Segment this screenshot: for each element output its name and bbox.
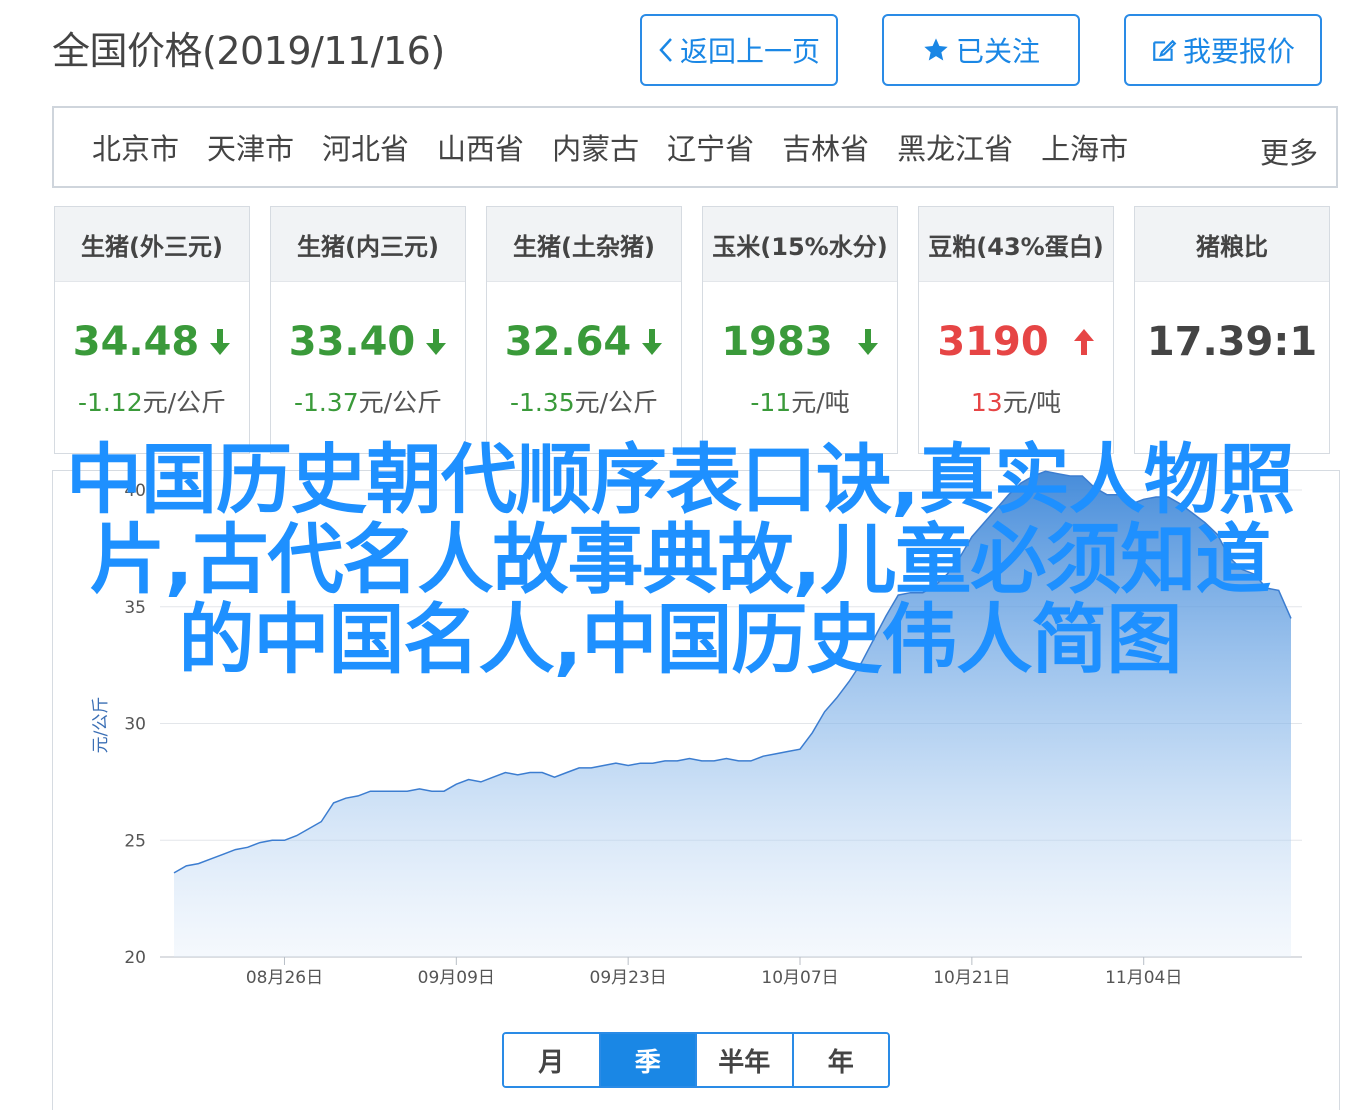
region-item[interactable]: 北京市 [92, 126, 179, 168]
period-year-button[interactable]: 年 [793, 1034, 888, 1086]
overlay-line: 片,古代名人故事典故,儿童必须知道 [89, 515, 1272, 604]
period-quarter-button[interactable]: 季 [600, 1034, 697, 1086]
region-item[interactable]: 山西省 [437, 126, 524, 168]
price-value: 17.39:1 [1146, 319, 1318, 365]
overlay-line: 的中国名人,中国历史伟人简图 [178, 595, 1183, 684]
change-value: -1.12 [77, 388, 143, 417]
card-price: 34.48 [55, 319, 249, 367]
price-card: 猪粮比 17.39:1 [1134, 206, 1330, 454]
quote-button[interactable]: 我要报价 [1124, 14, 1322, 86]
period-selector: 月 季 半年 年 [502, 1032, 890, 1088]
card-change: -1.37元/公斤 [271, 383, 465, 419]
arrow-up-icon [1073, 321, 1095, 367]
card-price: 32.64 [487, 319, 681, 367]
price-value: 3190 [937, 319, 1049, 365]
chevron-left-icon [658, 37, 674, 63]
arrow-down-icon [641, 321, 663, 367]
back-button-label: 返回上一页 [679, 35, 820, 68]
card-title: 猪粮比 [1135, 207, 1329, 282]
price-value: 32.64 [504, 319, 632, 365]
change-value: 13 [970, 388, 1003, 417]
card-price: 33.40 [271, 319, 465, 367]
change-unit: 元/公斤 [358, 388, 443, 417]
page-title: 全国价格(2019/11/16) [52, 29, 445, 73]
card-title: 豆粕(43%蛋白) [919, 207, 1113, 282]
period-halfyear-button[interactable]: 半年 [697, 1034, 794, 1086]
star-icon [922, 36, 950, 64]
change-value: -1.35 [509, 388, 575, 417]
card-price: 1983 [703, 319, 897, 367]
overlay-headline: 中国历史朝代顺序表口诀,真实人物照 片,古代名人故事典故,儿童必须知道 的中国名… [0, 440, 1360, 680]
change-value: -1.37 [293, 388, 359, 417]
price-card: 玉米(15%水分) 1983 -11元/吨 [702, 206, 898, 454]
quote-button-label: 我要报价 [1182, 35, 1295, 68]
overlay-line: 中国历史朝代顺序表口诀,真实人物照 [66, 435, 1295, 524]
change-unit: 元/吨 [791, 388, 850, 417]
period-month-button[interactable]: 月 [504, 1034, 601, 1086]
change-unit: 元/吨 [1002, 388, 1062, 417]
change-value: -11 [750, 388, 792, 417]
card-change: -1.12元/公斤 [55, 383, 249, 419]
price-card: 豆粕(43%蛋白) 3190 13元/吨 [918, 206, 1114, 454]
price-value: 34.48 [72, 319, 200, 365]
card-change: -11元/吨 [703, 383, 897, 419]
region-selector: 北京市 天津市 河北省 山西省 内蒙古 辽宁省 吉林省 黑龙江省 上海市 更多 [52, 106, 1338, 188]
region-item[interactable]: 吉林省 [782, 126, 869, 168]
card-title: 生猪(外三元) [55, 207, 249, 282]
region-item[interactable]: 河北省 [322, 126, 409, 168]
price-value: 1983 [721, 319, 833, 365]
change-unit: 元/公斤 [574, 388, 659, 417]
arrow-down-icon [857, 321, 879, 367]
region-item[interactable]: 内蒙古 [552, 126, 639, 168]
region-item[interactable]: 天津市 [207, 126, 294, 168]
price-card: 生猪(土杂猪) 32.64 -1.35元/公斤 [486, 206, 682, 454]
card-title: 生猪(内三元) [271, 207, 465, 282]
arrow-down-icon [209, 321, 231, 367]
card-change: -1.35元/公斤 [487, 383, 681, 419]
back-button[interactable]: 返回上一页 [640, 14, 838, 86]
change-unit: 元/公斤 [142, 388, 227, 417]
region-more-link[interactable]: 更多 [1260, 130, 1318, 172]
card-title: 生猪(土杂猪) [487, 207, 681, 282]
region-item[interactable]: 黑龙江省 [897, 126, 1013, 168]
card-change: 13元/吨 [919, 383, 1113, 419]
price-card: 生猪(内三元) 33.40 -1.37元/公斤 [270, 206, 466, 454]
card-price: 17.39:1 [1135, 319, 1329, 365]
card-title: 玉米(15%水分) [703, 207, 897, 282]
arrow-down-icon [425, 321, 447, 367]
follow-button[interactable]: 已关注 [882, 14, 1080, 86]
price-value: 33.40 [288, 319, 416, 365]
edit-icon [1151, 37, 1177, 63]
price-cards: 生猪(外三元) 34.48 -1.12元/公斤 生猪(内三元) 33.40 -1… [54, 206, 1332, 454]
region-item[interactable]: 辽宁省 [667, 126, 754, 168]
follow-button-label: 已关注 [955, 35, 1040, 68]
card-price: 3190 [919, 319, 1113, 367]
price-card: 生猪(外三元) 34.48 -1.12元/公斤 [54, 206, 250, 454]
region-item[interactable]: 上海市 [1041, 126, 1128, 168]
